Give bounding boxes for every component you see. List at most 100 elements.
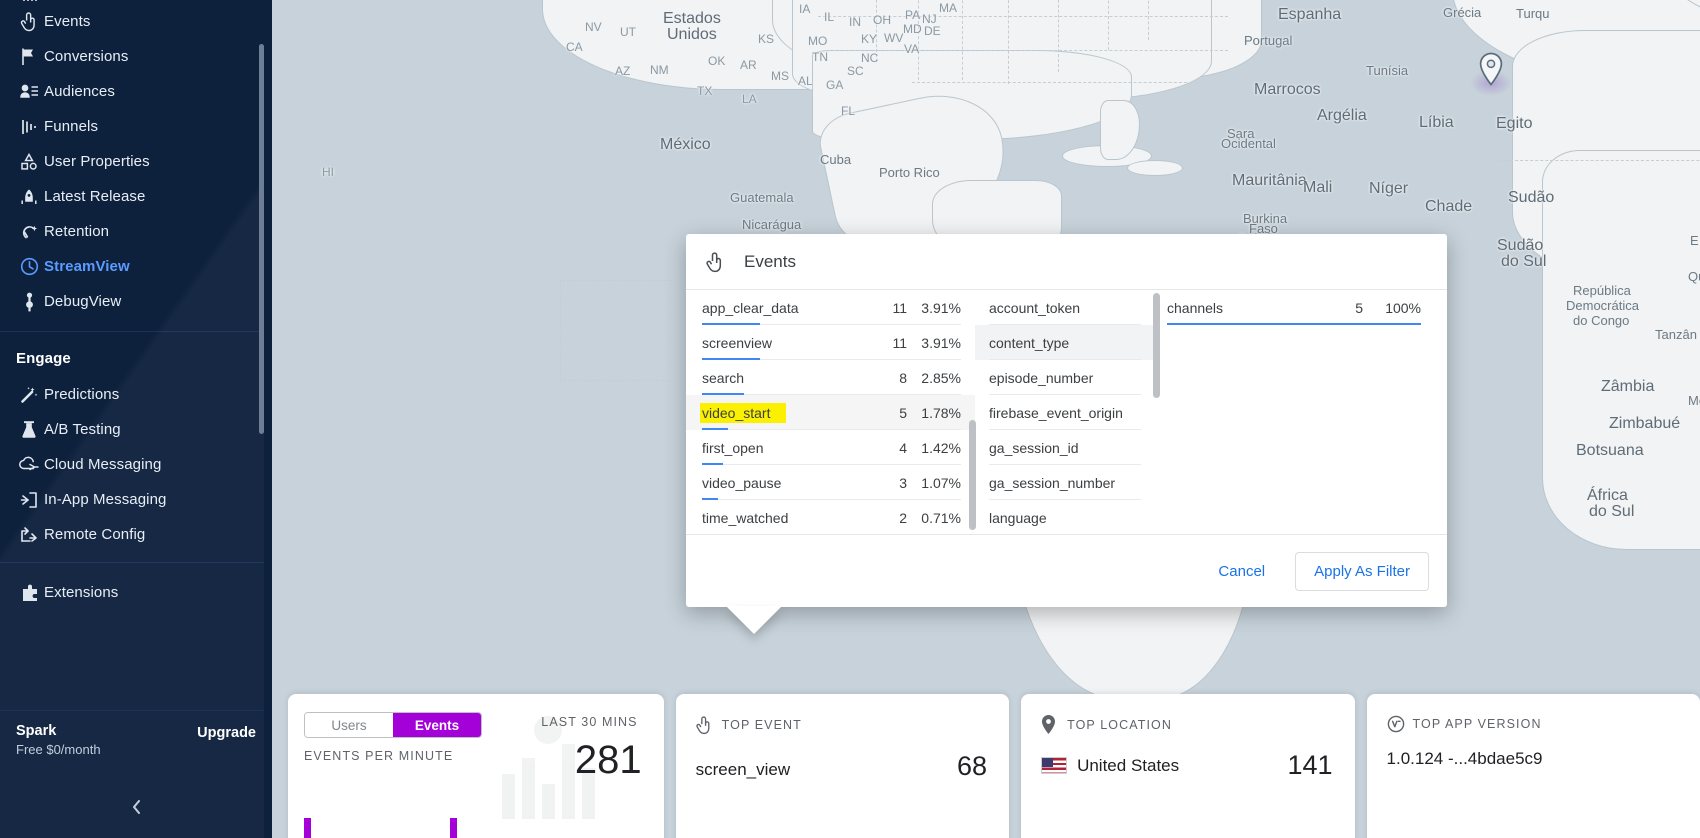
event-row[interactable]: screenview 11 3.91% xyxy=(686,325,975,360)
parameter-row[interactable]: episode_number xyxy=(975,360,1153,395)
sidebar-item-label: Cloud Messaging xyxy=(44,456,162,473)
retention-icon xyxy=(14,223,44,241)
event-row[interactable]: video_start 5 1.78% xyxy=(686,395,975,430)
map-label: República xyxy=(1573,283,1631,298)
map-label: do Sul xyxy=(1501,253,1547,270)
map-label: Mali xyxy=(1303,179,1333,196)
map-label: Botsuana xyxy=(1576,442,1644,459)
values-list-column[interactable]: channels 5 100% xyxy=(1153,290,1447,533)
sidebar-nav-main: Events Conversions Audiences Funnels User Pr… xyxy=(0,4,272,319)
top-location-value: 141 xyxy=(1287,750,1333,780)
map-label: Portugal xyxy=(1244,33,1293,48)
value-bar xyxy=(1167,322,1421,325)
parameter-row[interactable]: language xyxy=(975,500,1153,533)
top-app-version-card: TOP APP VERSION 1.0.124 -...4bdae5c9 xyxy=(1366,694,1700,838)
parameter-name: ga_session_number xyxy=(989,474,1116,491)
map-label: Sudão xyxy=(1508,189,1555,206)
sidebar-item-in-app-messaging[interactable]: In-App Messaging xyxy=(0,482,272,517)
dashboard-icon xyxy=(14,0,44,4)
event-percent: 0.71% xyxy=(921,509,961,526)
value-percent: 100% xyxy=(1385,299,1421,316)
popup-header: Events xyxy=(686,234,1447,290)
value-row[interactable]: channels 5 100% xyxy=(1153,290,1447,325)
map-label: Espanha xyxy=(1278,6,1342,23)
sidebar-item-a-b-testing[interactable]: A/B Testing xyxy=(0,412,272,447)
parameter-name: content_type xyxy=(989,334,1070,351)
event-count: 5 xyxy=(899,404,907,421)
event-row[interactable]: search 8 2.85% xyxy=(686,360,975,395)
event-count: 2 xyxy=(899,509,907,526)
map-label: Líbia xyxy=(1419,114,1454,131)
parameter-name: language xyxy=(989,509,1047,526)
map-label: CA xyxy=(566,40,583,54)
map-label: HI xyxy=(322,165,334,179)
sidebar-section-title: Engage xyxy=(16,350,71,367)
parameter-name: account_token xyxy=(989,299,1081,316)
parameter-name: firebase_event_origin xyxy=(989,404,1123,421)
popup-title: Events xyxy=(744,251,796,271)
parameter-row[interactable]: ga_session_id xyxy=(975,430,1153,465)
map-label: LA xyxy=(742,92,757,106)
map-label: IA xyxy=(799,2,811,16)
map-label: UT xyxy=(620,25,636,39)
last-30-mins-label: LAST 30 MINS xyxy=(541,715,638,729)
cancel-button[interactable]: Cancel xyxy=(1202,554,1281,589)
map-label: Ocidental xyxy=(1221,136,1276,151)
sidebar-item-funnels[interactable]: Funnels xyxy=(0,109,272,144)
map-label: Guatemala xyxy=(730,190,794,205)
sidebar-item-predictions[interactable]: Predictions xyxy=(0,377,272,412)
sidebar-item-remote-config[interactable]: Remote Config xyxy=(0,517,272,552)
parameter-row[interactable]: ga_session_number xyxy=(975,465,1153,500)
parameter-row[interactable]: firebase_event_origin xyxy=(975,395,1153,430)
plan-name: Spark xyxy=(16,723,57,739)
event-row[interactable]: first_open 4 1.42% xyxy=(686,430,975,465)
sidebar-item-retention[interactable]: Retention xyxy=(0,214,272,249)
popup-arrow xyxy=(726,606,782,634)
sidebar-item-conversions[interactable]: Conversions xyxy=(0,39,272,74)
event-row[interactable]: app_clear_data 11 3.91% xyxy=(686,290,975,325)
parameter-row[interactable]: account_token xyxy=(975,290,1153,325)
map-label: Turqu xyxy=(1516,6,1550,21)
event-row[interactable]: video_pause 3 1.07% xyxy=(686,465,975,500)
map-label: do Sul xyxy=(1589,503,1635,520)
parameter-row[interactable]: content_type xyxy=(975,325,1153,360)
top-location-label: United States xyxy=(1077,755,1180,775)
sidebar-nav-engage: Predictions A/B Testing Cloud Messaging In-… xyxy=(0,377,272,552)
sidebar-divider-2 xyxy=(0,562,272,563)
upgrade-button[interactable]: Upgrade xyxy=(197,725,256,741)
rocket-icon xyxy=(14,188,44,206)
magic-wand-icon xyxy=(14,386,44,404)
parameters-list-column[interactable]: account_token content_type episode_numberf… xyxy=(975,290,1153,533)
sidebar-item-label: User Properties xyxy=(44,153,150,170)
sidebar-item-events[interactable]: Events xyxy=(0,4,272,39)
sidebar-item-extensions[interactable]: Extensions xyxy=(0,575,272,610)
sidebar-item-streamview[interactable]: StreamView xyxy=(0,249,272,284)
users-events-toggle[interactable]: Users Events xyxy=(304,712,482,738)
events-per-minute-value: 281 xyxy=(574,738,642,782)
events-detail-popup: Events app_clear_data 11 3.91% screenview 11… xyxy=(686,234,1447,634)
event-percent: 1.78% xyxy=(921,404,961,421)
map-label: Tunísia xyxy=(1366,63,1409,78)
sidebar-item-audiences[interactable]: Audiences xyxy=(0,74,272,109)
map-label: NJ xyxy=(922,12,937,26)
map-label: TX xyxy=(697,84,713,98)
event-percent: 3.91% xyxy=(921,334,961,351)
sidebar: Dashboard Events Conversions Audiences Funn… xyxy=(0,0,272,838)
sidebar-item-user-properties[interactable]: User Properties xyxy=(0,144,272,179)
epm-bar xyxy=(304,818,311,838)
top-event-name: screen_view xyxy=(695,760,791,779)
flag-icon xyxy=(14,47,44,66)
events-list-column[interactable]: app_clear_data 11 3.91% screenview 11 3.91% se… xyxy=(686,290,975,533)
map-marker-icon[interactable] xyxy=(1470,52,1512,96)
map-label: VA xyxy=(904,42,920,56)
toggle-events[interactable]: Events xyxy=(393,713,481,737)
sidebar-item-cloud-messaging[interactable]: Cloud Messaging xyxy=(0,447,272,482)
sidebar-item-debugview[interactable]: DebugView xyxy=(0,284,272,319)
collapse-sidebar-button[interactable] xyxy=(0,780,272,838)
map-label: AL xyxy=(798,74,813,88)
toggle-users[interactable]: Users xyxy=(305,713,393,737)
apply-as-filter-button[interactable]: Apply As Filter xyxy=(1295,551,1429,591)
event-row[interactable]: time_watched 2 0.71% xyxy=(686,500,975,533)
map-label: Qu xyxy=(1688,269,1700,284)
sidebar-item-latest-release[interactable]: Latest Release xyxy=(0,179,272,214)
